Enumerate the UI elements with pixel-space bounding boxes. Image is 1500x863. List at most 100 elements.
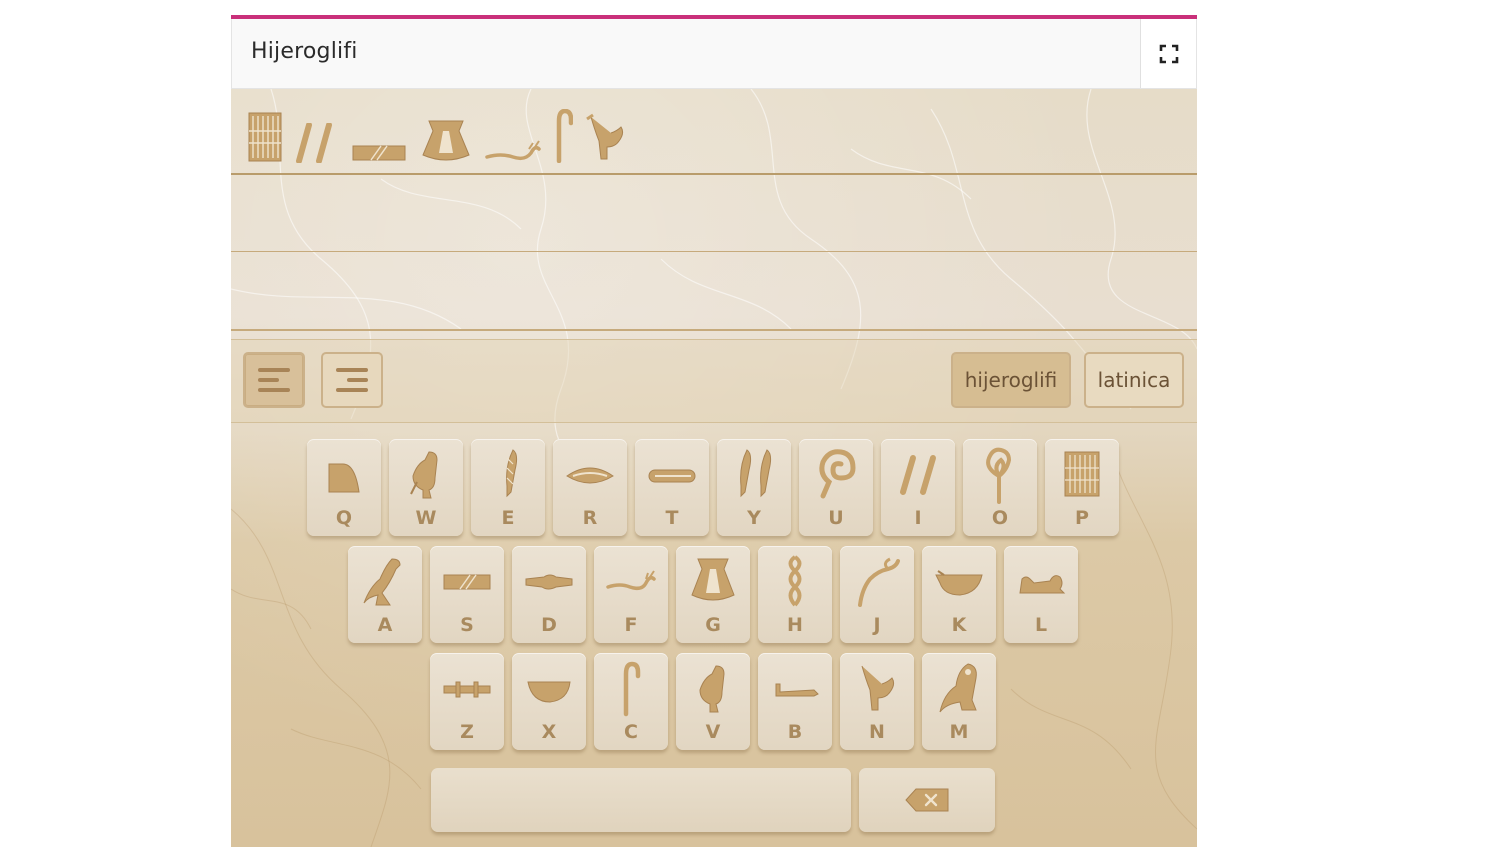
key-letter: I — [914, 507, 922, 529]
glyph-e-icon — [506, 449, 518, 498]
glyph-t-icon — [648, 469, 696, 483]
key-letter: Z — [460, 721, 474, 743]
space-key[interactable] — [431, 768, 851, 832]
key-letter: W — [415, 507, 437, 529]
glyph-h-icon — [788, 555, 802, 607]
key-letter: F — [624, 614, 638, 636]
glyph-o-icon — [986, 447, 1012, 504]
glyph-m-icon — [939, 663, 977, 713]
glyph-p-key-icon — [1064, 451, 1100, 497]
key-letter: J — [873, 614, 881, 636]
key-letter: U — [828, 507, 844, 529]
key-letter: V — [705, 721, 721, 743]
glyph-z-icon — [443, 681, 491, 698]
key-h[interactable]: H — [758, 546, 832, 643]
text-display[interactable] — [231, 89, 1197, 339]
key-q[interactable]: Q — [307, 439, 381, 536]
glyph-f-icon — [485, 140, 541, 161]
glyph-k-icon — [935, 570, 983, 596]
key-letter: L — [1034, 614, 1048, 636]
key-letter: X — [541, 721, 557, 743]
key-letter: R — [582, 507, 598, 529]
typed-glyphs — [247, 107, 627, 163]
key-k[interactable]: K — [922, 546, 996, 643]
key-r[interactable]: R — [553, 439, 627, 536]
keyboard-toolbar: hijeroglifi latinica — [231, 339, 1197, 423]
widget-title: Hijeroglifi — [251, 39, 358, 64]
key-u[interactable]: U — [799, 439, 873, 536]
glyph-s-key-icon — [443, 574, 491, 590]
glyph-f-key-icon — [606, 570, 656, 591]
key-l[interactable]: L — [1004, 546, 1078, 643]
hieroglyph-keyboard-widget: Hijeroglifi hijeroglifi latinica Q W E R… — [231, 15, 1197, 847]
key-s[interactable]: S — [430, 546, 504, 643]
fullscreen-icon — [1159, 44, 1178, 63]
glyph-s-icon — [352, 145, 406, 161]
keyboard-stage: hijeroglifi latinica Q W E R T Y U I O P… — [231, 89, 1197, 847]
glyph-g-key-icon — [691, 558, 735, 601]
key-j[interactable]: J — [840, 546, 914, 643]
widget-header: Hijeroglifi — [231, 19, 1197, 89]
key-w[interactable]: W — [389, 439, 463, 536]
glyph-q-icon — [328, 463, 360, 493]
glyph-d-icon — [525, 574, 573, 590]
key-letter: G — [705, 614, 721, 636]
glyph-p-icon — [248, 112, 282, 162]
glyph-n-icon — [586, 113, 624, 160]
backspace-icon — [905, 788, 949, 812]
mode-latin-button[interactable]: latinica — [1084, 352, 1184, 408]
glyph-x-icon — [527, 681, 571, 703]
key-c[interactable]: C — [594, 653, 668, 750]
key-letter: M — [949, 721, 969, 743]
align-right-button[interactable] — [321, 352, 383, 408]
key-a[interactable]: A — [348, 546, 422, 643]
glyph-i-key-icon — [900, 455, 936, 495]
key-letter: Q — [335, 507, 353, 529]
key-letter: D — [541, 614, 557, 636]
key-letter: N — [869, 721, 885, 743]
key-d[interactable]: D — [512, 546, 586, 643]
glyph-j-icon — [858, 557, 900, 607]
align-left-button[interactable] — [243, 352, 305, 408]
key-letter: P — [1075, 507, 1089, 529]
key-letter: Y — [747, 507, 761, 529]
glyph-c-icon — [556, 109, 573, 163]
glyph-c-key-icon — [623, 661, 641, 717]
key-t[interactable]: T — [635, 439, 709, 536]
key-n[interactable]: N — [840, 653, 914, 750]
key-letter: B — [787, 721, 803, 743]
key-z[interactable]: Z — [430, 653, 504, 750]
text-line-2 — [231, 251, 1197, 252]
key-o[interactable]: O — [963, 439, 1037, 536]
key-b[interactable]: B — [758, 653, 832, 750]
key-m[interactable]: M — [922, 653, 996, 750]
key-letter: E — [501, 507, 515, 529]
key-f[interactable]: F — [594, 546, 668, 643]
glyph-a-icon — [363, 558, 401, 606]
key-x[interactable]: X — [512, 653, 586, 750]
key-p[interactable]: P — [1045, 439, 1119, 536]
key-i[interactable]: I — [881, 439, 955, 536]
key-e[interactable]: E — [471, 439, 545, 536]
glyph-y-icon — [740, 449, 772, 498]
text-line-1 — [231, 173, 1197, 175]
key-letter: K — [951, 614, 967, 636]
key-letter: C — [624, 721, 638, 743]
key-g[interactable]: G — [676, 546, 750, 643]
mode-hieroglyphs-button[interactable]: hijeroglifi — [951, 352, 1071, 408]
backspace-key[interactable] — [859, 768, 995, 832]
glyph-n-key-icon — [861, 665, 895, 711]
key-letter: O — [991, 507, 1009, 529]
fullscreen-button[interactable] — [1140, 19, 1196, 88]
glyph-g-icon — [422, 120, 470, 161]
key-y[interactable]: Y — [717, 439, 791, 536]
text-line-3 — [231, 329, 1197, 331]
align-left-icon — [258, 368, 290, 392]
key-letter: S — [460, 614, 474, 636]
key-letter: H — [787, 614, 803, 636]
glyph-i-icon — [296, 123, 332, 163]
key-letter: T — [665, 507, 679, 529]
key-v[interactable]: V — [676, 653, 750, 750]
glyph-r-icon — [566, 467, 614, 484]
glyph-w-icon — [410, 451, 438, 499]
